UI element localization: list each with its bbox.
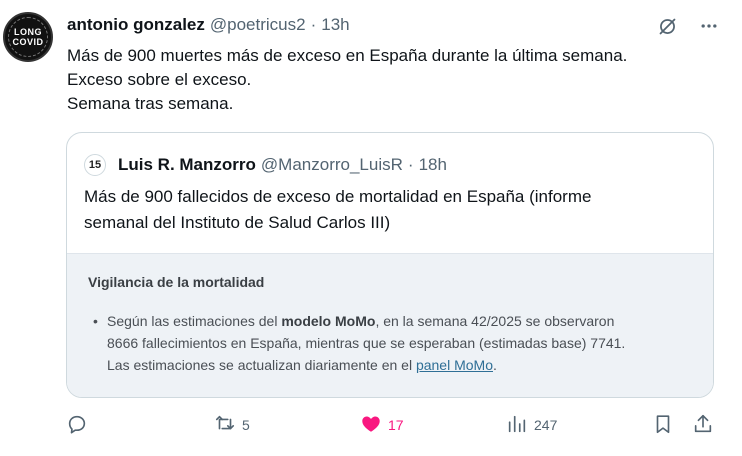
tweet-time[interactable]: 13h [321, 15, 349, 35]
share-button[interactable] [692, 408, 714, 442]
media-text: Las estimaciones se actualizan diariamen… [107, 357, 416, 373]
grok-icon[interactable] [656, 15, 678, 37]
media-body: • Según las estimaciones del modelo MoMo… [93, 310, 697, 376]
tweet-text: Más de 900 muertes más de exceso en Espa… [67, 44, 727, 116]
action-bar: 5 17 247 [0, 408, 742, 442]
bookmark-icon [652, 413, 674, 438]
bullet: • [93, 313, 98, 329]
quote-line: semanal del Instituto de Salud Carlos II… [84, 213, 391, 232]
share-icon [692, 413, 714, 438]
like-button[interactable]: 17 [360, 408, 404, 442]
retweet-count: 5 [242, 417, 250, 433]
media-text: , en la semana 42/2025 se observaron [375, 313, 615, 329]
reply-button[interactable] [66, 408, 94, 442]
panel-link: panel MoMo [415, 357, 493, 373]
quote-header: 15 Luis R. Manzorro @Manzorro_LuisR · 18… [84, 153, 447, 177]
quote-media-image[interactable]: Vigilancia de la mortalidad • Según las … [67, 253, 713, 397]
model-name: modelo MoMo [281, 313, 376, 329]
media-line-3: Las estimaciones se actualizan diariamen… [107, 354, 697, 376]
quote-time[interactable]: 18h [419, 155, 447, 175]
tweet[interactable]: LONG COVID antonio gonzalez @poetricus2 … [0, 0, 742, 456]
quote-avatar[interactable]: 15 [84, 154, 106, 176]
quote-author-handle[interactable]: @Manzorro_LuisR [261, 155, 403, 175]
tweet-line: Semana tras semana. [67, 94, 234, 113]
like-icon [360, 413, 382, 438]
quote-separator: · [407, 155, 414, 174]
quote-text: Más de 900 fallecidos de exceso de morta… [84, 184, 684, 236]
media-line-2: 8666 fallecimientos en España, mientras … [107, 335, 626, 351]
media-text: . [493, 357, 497, 373]
tweet-header: antonio gonzalez @poetricus2 · 13h [67, 14, 350, 36]
views-icon [506, 413, 528, 438]
header-icons [656, 15, 720, 37]
quoted-tweet[interactable]: 15 Luis R. Manzorro @Manzorro_LuisR · 18… [66, 132, 714, 398]
tweet-line: Más de 900 muertes más de exceso en Espa… [67, 46, 628, 65]
media-line-1: Según las estimaciones del modelo MoMo, … [107, 310, 697, 332]
media-title: Vigilancia de la mortalidad [88, 274, 265, 290]
author-avatar[interactable]: LONG COVID [3, 12, 53, 62]
views-count: 247 [534, 417, 558, 433]
like-count: 17 [388, 417, 404, 433]
quote-author-name[interactable]: Luis R. Manzorro [118, 155, 256, 175]
more-icon[interactable] [698, 15, 720, 37]
retweet-icon [214, 413, 236, 438]
media-text: Según las estimaciones del [107, 313, 282, 329]
reply-icon [66, 413, 88, 438]
header-separator: · [310, 15, 317, 34]
author-name[interactable]: antonio gonzalez [67, 15, 205, 35]
author-handle[interactable]: @poetricus2 [210, 15, 306, 35]
quote-line: Más de 900 fallecidos de exceso de morta… [84, 187, 592, 206]
tweet-line: Exceso sobre el exceso. [67, 70, 252, 89]
retweet-button[interactable]: 5 [214, 408, 250, 442]
views-button[interactable]: 247 [506, 408, 557, 442]
bookmark-button[interactable] [652, 408, 674, 442]
